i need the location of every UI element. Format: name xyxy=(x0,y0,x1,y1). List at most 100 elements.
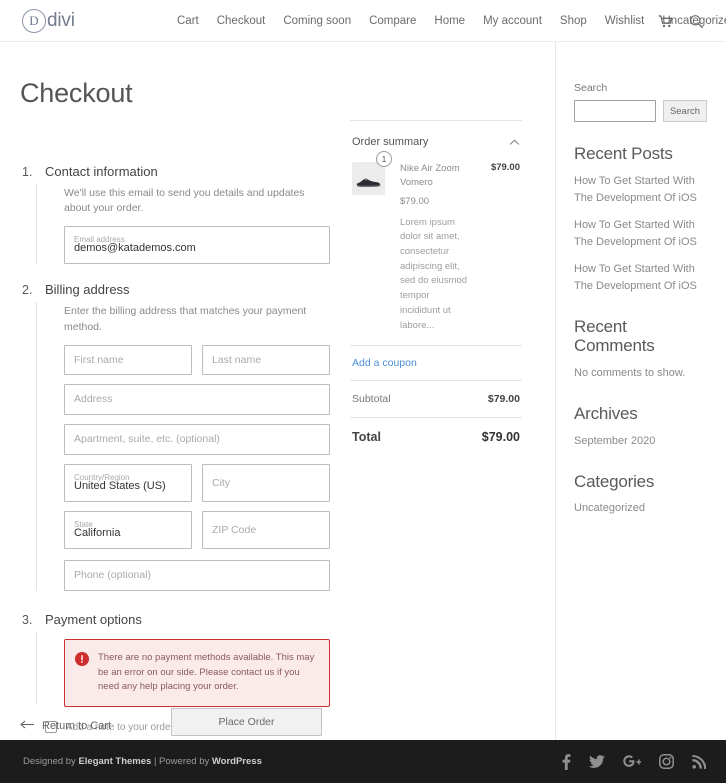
logo-text: divi xyxy=(47,10,75,31)
product-quantity-badge: 1 xyxy=(376,151,392,167)
address-field[interactable]: Address xyxy=(64,383,330,415)
recent-post-item[interactable]: How To Get Started With The Development … xyxy=(574,261,708,295)
payment-error-text: There are no payment methods available. … xyxy=(98,651,315,693)
error-icon xyxy=(75,651,89,695)
nav-item-checkout[interactable]: Checkout xyxy=(208,15,275,27)
categories-widget: Categories Uncategorized xyxy=(574,472,708,518)
phone-label: Phone (optional) xyxy=(74,569,152,582)
cart-icon[interactable] xyxy=(658,14,673,28)
return-to-cart-label: Return to Cart xyxy=(42,720,112,732)
add-coupon-link[interactable]: Add a coupon xyxy=(350,346,522,380)
order-summary-header[interactable]: Order summary xyxy=(350,121,522,159)
footer-social-links xyxy=(562,753,706,770)
nav-item-my-account[interactable]: My account xyxy=(474,15,551,27)
country-field[interactable]: Country/Region United States (US) xyxy=(64,463,192,502)
search-widget-label: Search xyxy=(574,82,608,94)
site-footer: Designed by Elegant Themes | Powered by … xyxy=(0,740,726,783)
return-to-cart-link[interactable]: Return to Cart xyxy=(20,720,111,732)
recent-comments-title: Recent Comments xyxy=(574,316,655,356)
apartment-field[interactable]: Apartment, suite, etc. (optional) xyxy=(64,423,330,455)
nav-item-compare[interactable]: Compare xyxy=(360,15,425,27)
subtotal-label: Subtotal xyxy=(352,393,391,406)
step-number: 2. xyxy=(22,283,33,298)
checkout-actions: Return to Cart Place Order xyxy=(20,708,330,736)
archives-widget: Archives September 2020 xyxy=(574,404,708,450)
main-navigation: Cart Checkout Coming soon Compare Home M… xyxy=(168,0,726,42)
recent-post-item[interactable]: How To Get Started With The Development … xyxy=(574,217,708,251)
footer-credit-platform[interactable]: WordPress xyxy=(212,756,262,767)
place-order-button[interactable]: Place Order xyxy=(171,708,322,736)
last-name-field[interactable]: Last name xyxy=(202,344,330,375)
zip-field[interactable]: ZIP Code xyxy=(202,510,330,549)
product-description: Lorem ipsum dolor sit amet, consectetur … xyxy=(400,216,468,331)
nav-item-cart[interactable]: Cart xyxy=(168,15,208,27)
product-line-price: $79.00 xyxy=(490,162,520,173)
nav-item-wishlist[interactable]: Wishlist xyxy=(596,15,654,27)
step-number: 1. xyxy=(22,165,33,179)
phone-field[interactable]: Phone (optional) xyxy=(64,559,330,591)
search-widget: Search xyxy=(574,100,708,122)
step-number: 3. xyxy=(22,612,33,627)
search-icon[interactable] xyxy=(689,14,704,29)
product-thumbnail xyxy=(352,162,385,195)
order-summary-panel: Order summary 1 Nike Air Zoom Vomero $79… xyxy=(350,120,522,456)
state-zip-row: State California ZIP Code xyxy=(64,510,330,558)
search-submit-button[interactable]: Search xyxy=(663,100,707,122)
step-title: Contact information xyxy=(45,164,158,179)
arrow-left-icon xyxy=(20,720,35,732)
step-contact-information: 1. Contact information We'll use this em… xyxy=(20,164,330,265)
twitter-icon[interactable] xyxy=(589,754,605,769)
header-icons xyxy=(658,0,704,42)
first-name-field[interactable]: First name xyxy=(64,344,192,375)
checkout-page: D divi Cart Checkout Coming soon Compare… xyxy=(0,0,726,783)
nav-item-coming-soon[interactable]: Coming soon xyxy=(274,15,360,27)
chevron-up-icon[interactable] xyxy=(509,133,520,151)
place-order-label: Place Order xyxy=(218,716,275,728)
email-field-value: demos@katademos.com xyxy=(74,242,196,255)
state-value: California xyxy=(74,526,121,539)
address-label: Address xyxy=(74,393,113,406)
name-row: First name Last name xyxy=(64,344,330,384)
category-item[interactable]: Uncategorized xyxy=(574,500,708,517)
recent-comments-widget: Recent Comments No comments to show. xyxy=(574,317,708,382)
first-name-label: First name xyxy=(74,353,124,366)
footer-credit-prefix: Designed by xyxy=(23,756,79,767)
product-info: Nike Air Zoom Vomero $79.00 $79.00 Lorem… xyxy=(400,162,520,333)
step-body: Enter the billing address that matches y… xyxy=(45,304,330,591)
google-plus-icon[interactable] xyxy=(623,755,641,768)
step-rail xyxy=(36,184,37,265)
country-value: United States (US) xyxy=(74,479,166,492)
step-description: We'll use this email to send you details… xyxy=(64,187,305,215)
archives-title: Archives xyxy=(574,403,638,423)
footer-credit: Designed by Elegant Themes | Powered by … xyxy=(23,756,262,767)
step-title: Billing address xyxy=(45,282,130,298)
instagram-icon[interactable] xyxy=(659,754,674,769)
footer-credit-mid: | Powered by xyxy=(151,756,212,767)
categories-title: Categories xyxy=(574,471,655,491)
rss-icon[interactable] xyxy=(692,754,706,769)
step-rail xyxy=(36,302,37,591)
zip-label: ZIP Code xyxy=(212,523,257,536)
page-content: Checkout 1. Contact information We'll us… xyxy=(0,42,726,783)
site-logo[interactable]: D divi xyxy=(22,9,75,33)
email-field[interactable]: Email address demos@katademos.com xyxy=(64,226,330,265)
recent-posts-widget: Recent Posts How To Get Started With The… xyxy=(574,144,708,295)
checkout-steps: 1. Contact information We'll use this em… xyxy=(20,164,348,783)
subtotal-row: Subtotal $79.00 xyxy=(350,381,522,417)
nav-item-home[interactable]: Home xyxy=(425,15,474,27)
footer-credit-brand[interactable]: Elegant Themes xyxy=(78,756,151,767)
page-title: Checkout xyxy=(20,78,133,108)
logo-letter: D xyxy=(29,13,39,28)
total-row: Total $79.00 xyxy=(350,418,522,456)
subtotal-value: $79.00 xyxy=(487,393,520,406)
facebook-icon[interactable] xyxy=(562,753,571,770)
state-field[interactable]: State California xyxy=(64,510,192,549)
nav-item-shop[interactable]: Shop xyxy=(551,15,596,27)
country-city-row: Country/Region United States (US) City xyxy=(64,463,330,511)
archive-item[interactable]: September 2020 xyxy=(574,433,708,450)
city-field[interactable]: City xyxy=(202,463,330,502)
recent-post-item[interactable]: How To Get Started With The Development … xyxy=(574,173,708,207)
main-column: Checkout 1. Contact information We'll us… xyxy=(0,42,555,783)
search-input[interactable] xyxy=(574,100,656,122)
step-billing-address: 2. Billing address Enter the billing add… xyxy=(20,282,330,591)
